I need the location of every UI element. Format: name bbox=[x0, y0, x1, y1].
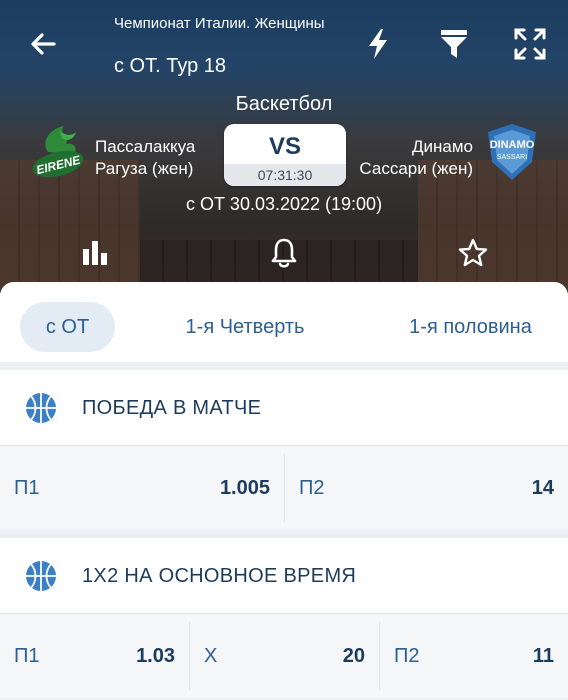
bar-chart-icon bbox=[83, 241, 107, 265]
team-left-name-line1: Пассалаккуа bbox=[95, 137, 196, 156]
betting-panel: с ОТ 1-я Четверть 1-я половина ПОБЕДА В … bbox=[0, 282, 568, 700]
tab-first-half[interactable]: 1-я половина bbox=[388, 302, 553, 352]
odd-value: 14 bbox=[531, 477, 554, 499]
odd-button-p2[interactable]: П2 11 bbox=[380, 614, 568, 698]
market-match-winner: ПОБЕДА В МАТЧЕ П1 1.005 П2 14 bbox=[0, 370, 568, 530]
fullscreen-icon bbox=[514, 28, 546, 60]
tab-first-quarter[interactable]: 1-я Четверть bbox=[160, 302, 330, 352]
market-title: 1Х2 НА ОСНОВНОЕ ВРЕМЯ bbox=[82, 565, 357, 587]
match-date: с ОТ 30.03.2022 (19:00) bbox=[185, 194, 383, 214]
period-tabs: с ОТ 1-я Четверть 1-я половина bbox=[0, 282, 568, 362]
round-subtitle: с ОТ. Тур 18 bbox=[114, 55, 227, 77]
league-title: Чемпионат Италии. Женщины bbox=[114, 15, 325, 32]
market-header[interactable]: 1Х2 НА ОСНОВНОЕ ВРЕМЯ bbox=[0, 538, 568, 614]
team-right-logo-text-1: DINAMO bbox=[490, 139, 535, 151]
team-right-name-line1: Динамо bbox=[412, 137, 473, 156]
star-icon bbox=[458, 238, 488, 267]
odd-button-p1[interactable]: П1 1.03 bbox=[0, 614, 189, 698]
favorite-button[interactable] bbox=[456, 236, 490, 270]
odds-row: П1 1.005 П2 14 bbox=[0, 446, 568, 530]
team-left-name-line2: Рагуза (жен) bbox=[95, 159, 194, 178]
lightning-icon bbox=[369, 29, 387, 59]
odd-value: 20 bbox=[342, 645, 365, 667]
odd-button-p2[interactable]: П2 14 bbox=[285, 446, 568, 530]
odd-label: П2 bbox=[394, 645, 420, 667]
odd-label: П1 bbox=[14, 645, 40, 667]
odds-row: П1 1.03 Х 20 П2 11 bbox=[0, 614, 568, 698]
sport-name: Баскетбол bbox=[235, 93, 333, 115]
bell-icon bbox=[271, 238, 297, 268]
odd-value: 11 bbox=[532, 645, 554, 667]
match-header: Чемпионат Италии. Женщины с ОТ. Тур 18 Б… bbox=[0, 0, 568, 300]
odd-label: П2 bbox=[299, 477, 325, 499]
team-left-name[interactable]: Пассалаккуа Рагуза (жен) bbox=[95, 136, 195, 180]
odd-value: 1.03 bbox=[136, 645, 175, 667]
filter-icon bbox=[441, 30, 467, 58]
team-right-logo-text-2: SASSARI bbox=[497, 154, 527, 161]
team-right-name-line2: Сассари (жен) bbox=[359, 159, 473, 178]
back-button[interactable] bbox=[24, 26, 64, 62]
fullscreen-button[interactable] bbox=[510, 24, 550, 64]
odd-label: Х bbox=[204, 645, 218, 667]
statistics-button[interactable] bbox=[78, 236, 112, 270]
basketball-icon bbox=[26, 561, 56, 591]
arrow-left-icon bbox=[31, 33, 56, 55]
market-1x2-regular-time: 1Х2 НА ОСНОВНОЕ ВРЕМЯ П1 1.03 Х 20 П2 11 bbox=[0, 538, 568, 698]
tab-with-overtime[interactable]: с ОТ bbox=[20, 302, 115, 352]
odd-value: 1.005 bbox=[219, 477, 270, 499]
vs-label: VS bbox=[268, 133, 301, 160]
team-right-logo: DINAMO SASSARI bbox=[482, 122, 542, 184]
quick-bet-button[interactable] bbox=[358, 24, 398, 64]
market-title: ПОБЕДА В МАТЧЕ bbox=[82, 397, 262, 419]
market-header[interactable]: ПОБЕДА В МАТЧЕ bbox=[0, 370, 568, 446]
filter-button[interactable] bbox=[434, 24, 474, 64]
team-right-name[interactable]: Динамо Сассари (жен) bbox=[359, 136, 473, 180]
odd-button-draw[interactable]: Х 20 bbox=[190, 614, 379, 698]
countdown-timer: 07:31:30 bbox=[224, 164, 346, 186]
basketball-icon bbox=[26, 393, 56, 423]
vs-badge: VS 07:31:30 bbox=[224, 124, 346, 186]
team-left-logo: EIRENE bbox=[30, 122, 90, 184]
odd-button-p1[interactable]: П1 1.005 bbox=[0, 446, 284, 530]
odd-label: П1 bbox=[14, 477, 40, 499]
notification-button[interactable] bbox=[267, 236, 301, 270]
